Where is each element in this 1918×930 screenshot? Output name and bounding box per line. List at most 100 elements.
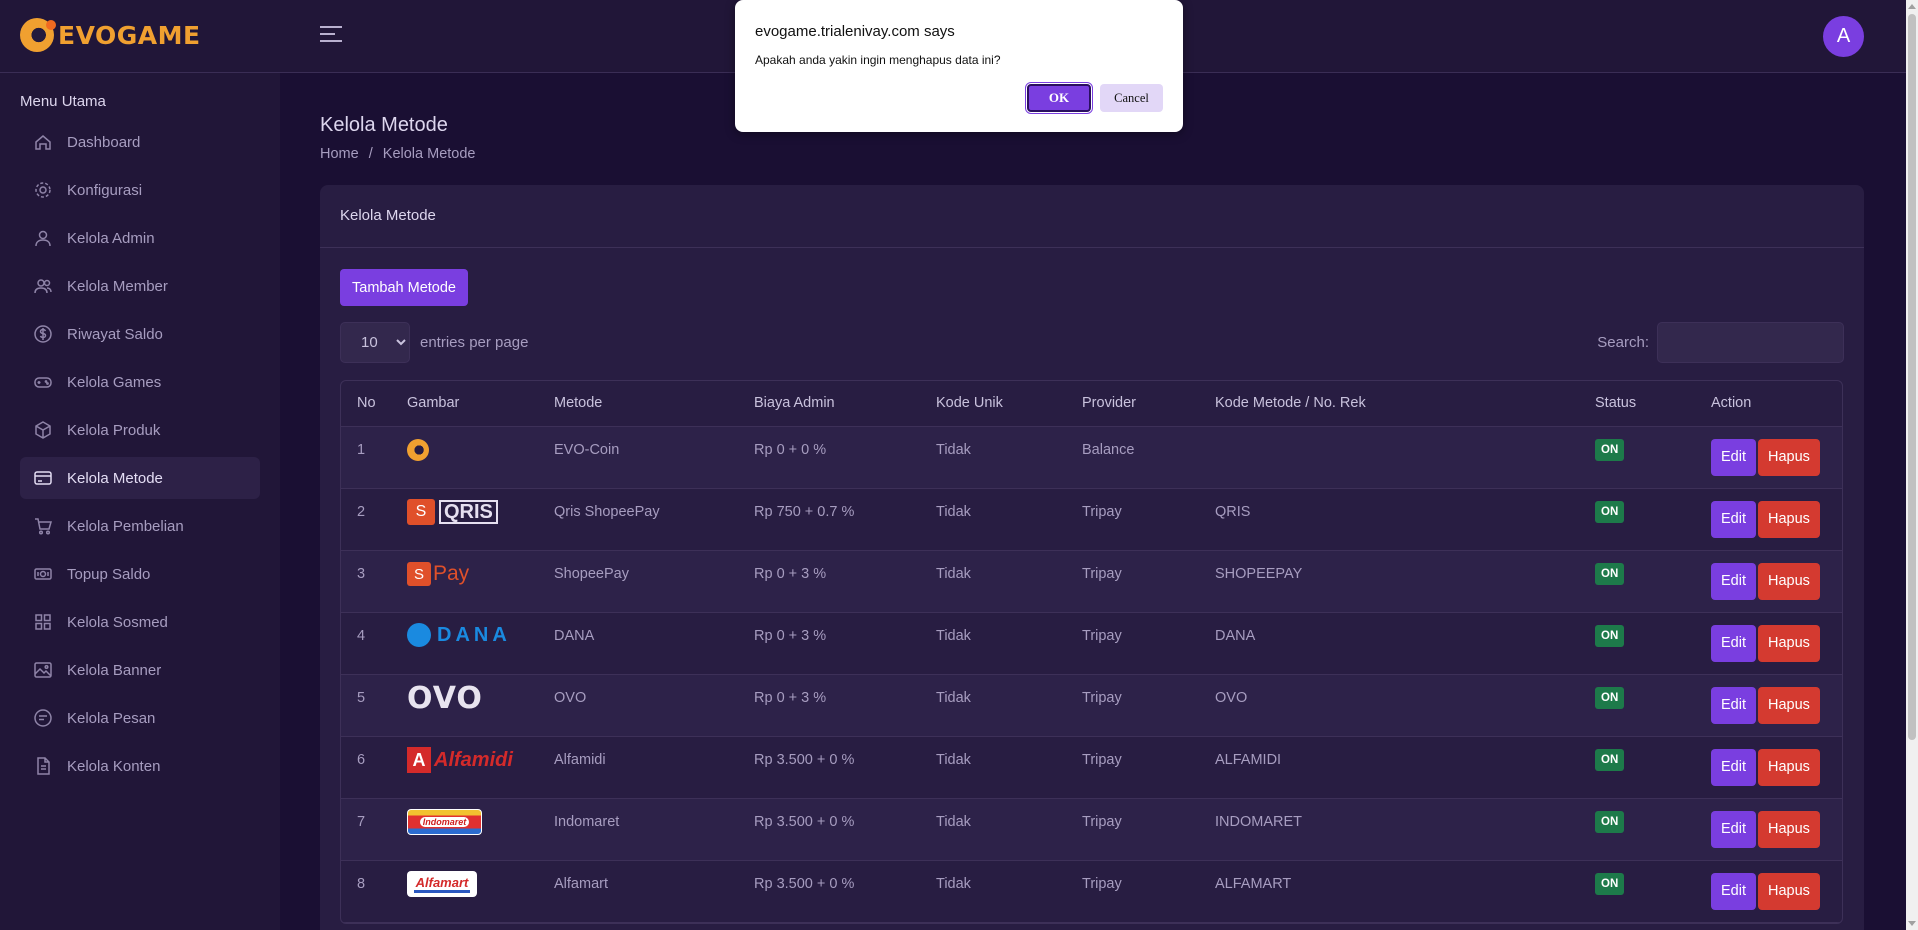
edit-button[interactable]: Edit <box>1711 872 1756 910</box>
delete-button[interactable]: Hapus <box>1758 686 1820 724</box>
cell-unique-code-text: Tidak <box>936 814 971 830</box>
brand-logo[interactable]: EVOGAME <box>20 18 201 52</box>
cell-status: ON <box>1579 736 1695 799</box>
column-header[interactable]: Biaya Admin <box>738 381 920 427</box>
cell-image: S Pay <box>391 550 538 613</box>
page-title: Kelola Metode <box>320 114 448 136</box>
column-header[interactable]: Metode <box>538 381 738 427</box>
cell-method-code-text: DANA <box>1215 628 1256 644</box>
dialog-ok-button[interactable]: OK <box>1025 82 1093 114</box>
sidebar-item-riwayat-saldo[interactable]: Riwayat Saldo <box>20 313 260 355</box>
status-badge[interactable]: ON <box>1595 873 1625 895</box>
table-row: 7 Indomaret Indomaret Rp 3.500 + 0 % Tidak Tr… <box>341 798 1842 861</box>
cell-action: Edit Hapus <box>1695 674 1842 737</box>
cell-admin-fee-text: Rp 3.500 + 0 % <box>754 876 855 892</box>
cell-method-text: ShopeePay <box>554 566 629 582</box>
status-badge[interactable]: ON <box>1595 501 1625 523</box>
sidebar-item-label: Kelola Pembelian <box>67 517 184 535</box>
cell-status: ON <box>1579 612 1695 675</box>
alfamart-logo-text: Alfamart <box>415 875 469 890</box>
entries-select[interactable]: 10 <box>340 322 410 363</box>
sidebar-item-kelola-pesan[interactable]: Kelola Pesan <box>20 697 260 739</box>
sidebar-item-kelola-metode[interactable]: Kelola Metode <box>20 457 260 499</box>
cell-admin-fee-text: Rp 3.500 + 0 % <box>754 814 855 830</box>
cell-method-code-text: QRIS <box>1215 504 1251 520</box>
grid-icon <box>33 612 53 632</box>
status-badge[interactable]: ON <box>1595 563 1625 585</box>
sidebar-item-dashboard[interactable]: Dashboard <box>20 121 260 163</box>
sidebar-item-kelola-produk[interactable]: Kelola Produk <box>20 409 260 451</box>
delete-button[interactable]: Hapus <box>1758 748 1820 786</box>
cell-unique-code-text: Tidak <box>936 504 971 520</box>
dialog-title: evogame.trialenivay.com says <box>755 23 955 40</box>
cell-method-code: ALFAMART <box>1199 860 1579 923</box>
edit-button[interactable]: Edit <box>1711 624 1756 662</box>
column-header[interactable]: Gambar <box>391 381 538 427</box>
sidebar-item-kelola-pembelian[interactable]: Kelola Pembelian <box>20 505 260 547</box>
column-header[interactable]: Kode Unik <box>920 381 1066 427</box>
column-header[interactable]: Provider <box>1066 381 1199 427</box>
breadcrumb-home-link[interactable]: Home <box>320 146 359 162</box>
menu-toggle-icon[interactable] <box>320 26 342 44</box>
edit-button[interactable]: Edit <box>1711 686 1756 724</box>
brand-name: EVOGAME <box>58 20 201 50</box>
edit-button[interactable]: Edit <box>1711 500 1756 538</box>
sidebar-item-kelola-member[interactable]: Kelola Member <box>20 265 260 307</box>
sidebar-item-konfigurasi[interactable]: Konfigurasi <box>20 169 260 211</box>
cell-no: 1 <box>341 426 391 489</box>
cell-admin-fee: Rp 3.500 + 0 % <box>738 860 920 923</box>
cell-method-text: EVO-Coin <box>554 442 620 458</box>
sidebar-item-kelola-sosmed[interactable]: Kelola Sosmed <box>20 601 260 643</box>
cell-no-text: 3 <box>357 566 366 582</box>
sidebar-item-kelola-games[interactable]: Kelola Games <box>20 361 260 403</box>
status-badge[interactable]: ON <box>1595 439 1625 461</box>
cell-no: 4 <box>341 612 391 675</box>
column-header[interactable]: No <box>341 381 391 427</box>
scrollbar-thumb[interactable] <box>1908 14 1916 740</box>
cell-provider: Tripay <box>1066 860 1199 923</box>
sidebar-item-topup-saldo[interactable]: Topup Saldo <box>20 553 260 595</box>
edit-button[interactable]: Edit <box>1711 748 1756 786</box>
delete-button[interactable]: Hapus <box>1758 624 1820 662</box>
breadcrumb-separator: / <box>368 146 373 162</box>
page-scrollbar[interactable] <box>1906 0 1918 930</box>
search-input[interactable] <box>1657 322 1844 363</box>
status-badge[interactable]: ON <box>1595 625 1625 647</box>
scroll-up-arrow-icon[interactable] <box>1908 4 1916 9</box>
sidebar-item-label: Konfigurasi <box>67 181 143 199</box>
edit-button[interactable]: Edit <box>1711 810 1756 848</box>
alfamidi-logo-text: Alfamidi <box>434 748 513 771</box>
sidebar-item-kelola-banner[interactable]: Kelola Banner <box>20 649 260 691</box>
sidebar-item-kelola-konten[interactable]: Kelola Konten <box>20 745 260 787</box>
cell-status: ON <box>1579 798 1695 861</box>
cell-method-code-text: SHOPEEPAY <box>1215 566 1303 582</box>
status-badge[interactable]: ON <box>1595 749 1625 771</box>
sidebar-item-label: Kelola Banner <box>67 661 162 679</box>
edit-button[interactable]: Edit <box>1711 438 1756 476</box>
cell-admin-fee: Rp 3.500 + 0 % <box>738 798 920 861</box>
cart-icon <box>33 516 53 536</box>
cell-unique-code-text: Tidak <box>936 628 971 644</box>
scroll-down-arrow-icon[interactable] <box>1908 921 1916 926</box>
column-header[interactable]: Kode Metode / No. Rek <box>1199 381 1579 427</box>
column-header[interactable]: Action <box>1695 381 1842 427</box>
evo-dragon-icon <box>20 18 56 52</box>
column-header[interactable]: Status <box>1579 381 1695 427</box>
delete-button[interactable]: Hapus <box>1758 438 1820 476</box>
delete-button[interactable]: Hapus <box>1758 810 1820 848</box>
add-method-button[interactable]: Tambah Metode <box>340 269 468 306</box>
cell-unique-code: Tidak <box>920 736 1066 799</box>
edit-button[interactable]: Edit <box>1711 562 1756 600</box>
cell-unique-code: Tidak <box>920 488 1066 551</box>
dialog-cancel-button[interactable]: Cancel <box>1100 84 1163 112</box>
image-icon <box>33 660 53 680</box>
status-badge[interactable]: ON <box>1595 811 1625 833</box>
status-badge[interactable]: ON <box>1595 687 1625 709</box>
delete-button[interactable]: Hapus <box>1758 500 1820 538</box>
delete-button[interactable]: Hapus <box>1758 562 1820 600</box>
cell-admin-fee: Rp 3.500 + 0 % <box>738 736 920 799</box>
sidebar-item-kelola-admin[interactable]: Kelola Admin <box>20 217 260 259</box>
avatar[interactable]: A <box>1823 16 1864 57</box>
shopee-logo-text: S <box>407 562 431 586</box>
delete-button[interactable]: Hapus <box>1758 872 1820 910</box>
